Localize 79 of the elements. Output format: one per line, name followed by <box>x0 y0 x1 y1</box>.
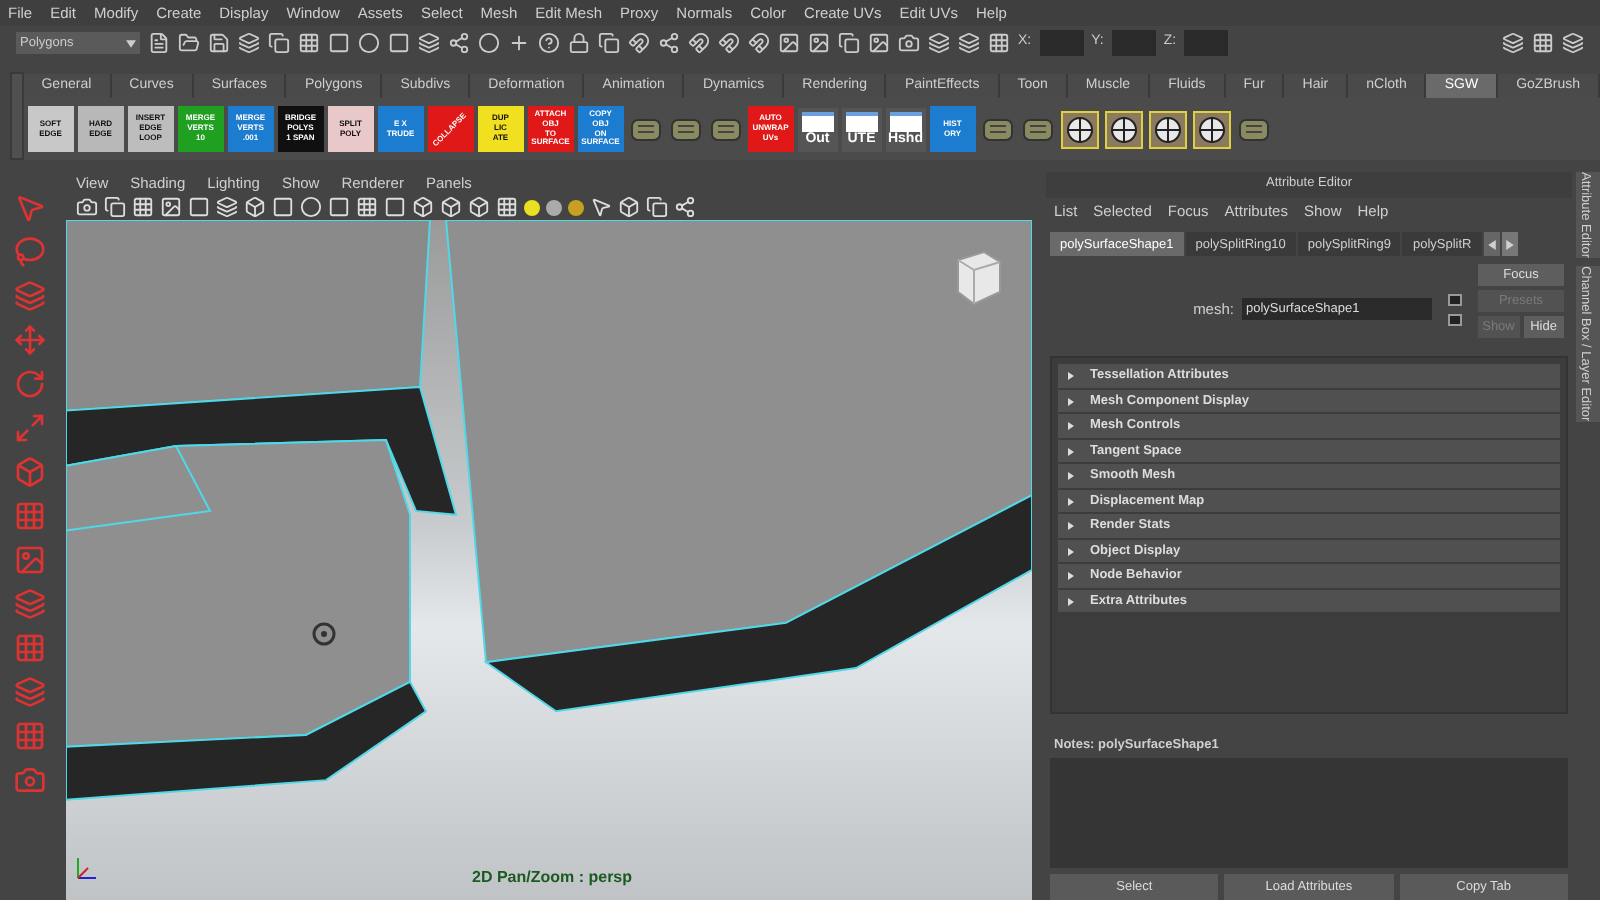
viewport-tool-icon[interactable] <box>132 196 154 218</box>
toolbar-icon[interactable] <box>598 32 620 54</box>
coordinate-field[interactable] <box>1111 30 1156 56</box>
select-icon[interactable] <box>590 196 612 218</box>
viewport-tool-icon[interactable] <box>468 196 490 218</box>
caret-icon <box>126 39 136 47</box>
expand-arrow-icon <box>1068 572 1074 581</box>
viewport-tool-icon[interactable] <box>300 196 322 218</box>
viewport-tool-icon[interactable] <box>160 196 182 218</box>
toolbar-icon[interactable] <box>508 32 530 54</box>
toolbar-icon[interactable] <box>868 32 890 54</box>
scroll-left-button[interactable] <box>1483 232 1500 257</box>
viewport-tool-icon[interactable] <box>496 196 518 218</box>
toolbar-icon[interactable] <box>328 32 350 54</box>
toolbar-icon[interactable] <box>418 32 440 54</box>
toolbar-icon[interactable] <box>688 32 710 54</box>
viewport-tool-icon[interactable] <box>412 196 434 218</box>
toolbar-icon[interactable] <box>658 32 680 54</box>
light-icon[interactable] <box>524 199 540 215</box>
hud-text: 2D Pan/Zoom : persp <box>472 866 633 890</box>
viewport-tool-icon[interactable] <box>440 196 462 218</box>
expand-arrow-icon <box>1068 447 1074 456</box>
expand-arrow-icon <box>1068 472 1074 481</box>
target-icon[interactable] <box>1191 109 1232 149</box>
toolbar-icon[interactable] <box>778 32 800 54</box>
viewport-tool-icon[interactable] <box>188 196 210 218</box>
target-icon[interactable] <box>1147 109 1188 149</box>
coordinate-field[interactable] <box>1039 30 1084 56</box>
share-icon[interactable] <box>674 196 696 218</box>
viewport-tool-icon[interactable] <box>76 196 98 218</box>
right-arrow-icon <box>1505 239 1514 250</box>
expand-arrow-icon <box>1068 597 1074 606</box>
toolbar-icon[interactable] <box>478 32 500 54</box>
toolbar-icon[interactable] <box>268 32 290 54</box>
input-connection-icon[interactable] <box>1448 293 1462 306</box>
axis-icon <box>72 852 100 884</box>
viewport-tool-icon[interactable] <box>272 196 294 218</box>
expand-arrow-icon <box>1068 422 1074 431</box>
toolbar-icon[interactable] <box>1502 32 1524 54</box>
viewport-tool-icon[interactable] <box>384 196 406 218</box>
toolbar-icon[interactable] <box>148 32 170 54</box>
toolbar-icon[interactable] <box>238 32 260 54</box>
target-icon[interactable] <box>1059 109 1100 149</box>
viewport-tool-icon[interactable] <box>328 196 350 218</box>
toolbar-icon[interactable] <box>178 32 200 54</box>
rotate-cursor-icon <box>310 620 338 648</box>
expand-arrow-icon <box>1068 547 1074 556</box>
toolbar-icon[interactable] <box>628 32 650 54</box>
toolbar-icon[interactable] <box>718 32 740 54</box>
toolbar-icon[interactable] <box>568 32 590 54</box>
toolbar-icon[interactable] <box>298 32 320 54</box>
toolbar-icon[interactable] <box>448 32 470 54</box>
toolbar-icon[interactable] <box>1562 32 1584 54</box>
coordinate-field[interactable] <box>1184 30 1229 56</box>
output-connection-icon[interactable] <box>1448 313 1462 326</box>
viewport-tool-icon[interactable] <box>244 196 266 218</box>
expand-arrow-icon <box>1068 397 1074 406</box>
viewport-tool-icon[interactable] <box>216 196 238 218</box>
toolbar-icon[interactable] <box>358 32 380 54</box>
toolbar-icon[interactable] <box>538 32 560 54</box>
toolbar-icon[interactable] <box>388 32 410 54</box>
toolbar-icon[interactable] <box>988 32 1010 54</box>
expand-arrow-icon <box>1068 522 1074 531</box>
left-arrow-icon <box>1487 239 1496 250</box>
view-cube-icon[interactable] <box>952 248 1004 308</box>
toolbar-icon[interactable] <box>808 32 830 54</box>
toolbar-icon[interactable] <box>898 32 920 54</box>
toolbar-icon[interactable] <box>748 32 770 54</box>
target-icon[interactable] <box>1103 109 1144 149</box>
scroll-right-button[interactable] <box>1501 232 1518 257</box>
toolbar-icon[interactable] <box>958 32 980 54</box>
toolbar-icon[interactable] <box>928 32 950 54</box>
toolbar-icon[interactable] <box>838 32 860 54</box>
expand-arrow-icon <box>1068 497 1074 506</box>
viewport-tool-icon[interactable] <box>356 196 378 218</box>
toolbar-icon[interactable] <box>208 32 230 54</box>
toolbar-icon[interactable] <box>1532 32 1554 54</box>
expand-arrow-icon <box>1068 372 1074 381</box>
viewport-tool-icon[interactable] <box>104 196 126 218</box>
